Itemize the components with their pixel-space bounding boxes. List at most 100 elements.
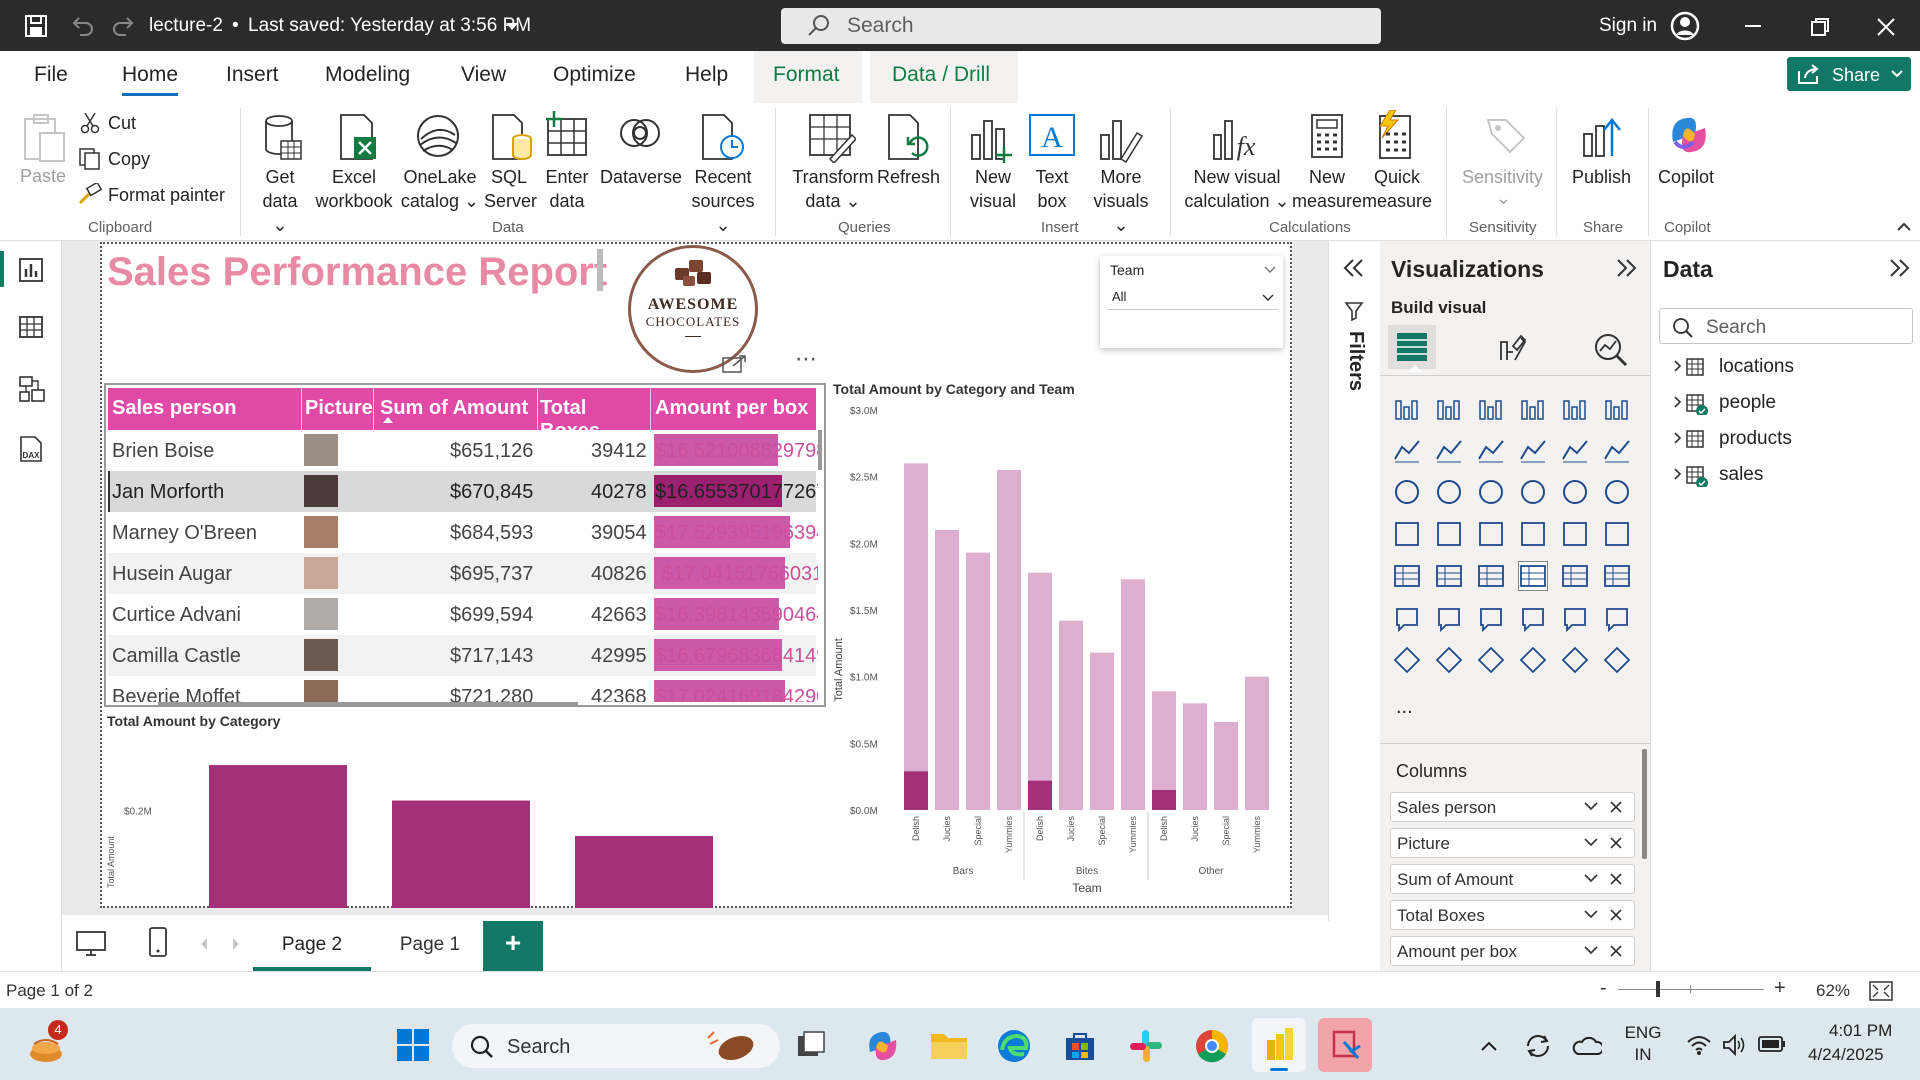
zoom-slider-thumb[interactable]: [1656, 981, 1660, 997]
slack-icon[interactable]: [1128, 1028, 1164, 1064]
windows-start-icon[interactable]: [396, 1028, 430, 1062]
more-visuals-icon[interactable]: [1097, 113, 1145, 163]
menu-view[interactable]: View: [461, 63, 506, 87]
stacked-bar-icon[interactable]: [1392, 393, 1422, 423]
chevron-down-icon[interactable]: [1264, 266, 1276, 274]
filters-label[interactable]: Filters: [1343, 331, 1367, 411]
100-bar-icon[interactable]: [1560, 393, 1590, 423]
sql-server-button[interactable]: SQL Server: [484, 165, 537, 213]
quick-measure-button[interactable]: Quick measure: [1362, 165, 1432, 213]
diamond-icon[interactable]: [1560, 645, 1590, 675]
wifi-icon[interactable]: [1686, 1034, 1712, 1056]
collapse-left-icon[interactable]: [1343, 258, 1365, 278]
enter-data-icon[interactable]: [546, 111, 590, 157]
field-well-item[interactable]: Total Boxes: [1390, 900, 1635, 930]
cut-label[interactable]: Cut: [108, 111, 136, 135]
tab-page-1[interactable]: Page 1: [372, 919, 488, 969]
table-row[interactable]: Camilla Castle $717,143 42995 $16.679683…: [108, 635, 818, 676]
clock-time[interactable]: 4:01 PM: [1829, 1021, 1892, 1041]
copilot-taskbar-icon[interactable]: [864, 1028, 900, 1062]
more-visuals-ellipsis[interactable]: ...: [1396, 696, 1413, 719]
sync-icon[interactable]: [1524, 1032, 1552, 1060]
enter-data-button[interactable]: Enter data: [542, 165, 592, 213]
table-row[interactable]: Husein Augar $695,737 40826 $17.04151766…: [108, 553, 818, 594]
multi-card-icon[interactable]: [1392, 561, 1422, 591]
column-header[interactable]: Picture: [301, 388, 373, 430]
slicer-dropdown[interactable]: All: [1108, 284, 1278, 310]
chevron-down-close-icon[interactable]: [1583, 836, 1629, 850]
format-visual-icon[interactable]: [1495, 332, 1527, 364]
menu-home[interactable]: Home: [122, 63, 179, 96]
zoom-out-button[interactable]: -: [1600, 977, 1607, 1000]
tab-page-2[interactable]: Page 2: [253, 919, 371, 971]
file-explorer-icon[interactable]: [930, 1030, 968, 1060]
kpi-icon[interactable]: [1434, 561, 1464, 591]
new-measure-button[interactable]: New measure: [1292, 165, 1362, 213]
paste-icon[interactable]: [22, 113, 66, 163]
database-icon[interactable]: [263, 113, 303, 163]
sql-server-icon[interactable]: [490, 113, 534, 163]
undo-icon[interactable]: [70, 14, 94, 38]
narrative-icon[interactable]: [1560, 603, 1590, 633]
menu-optimize[interactable]: Optimize: [553, 63, 636, 87]
data-search-input[interactable]: Search: [1659, 308, 1913, 344]
line-clustered-icon[interactable]: [1602, 435, 1632, 465]
mobile-layout-icon[interactable]: [148, 927, 168, 957]
total-amount-by-category-and-team-chart[interactable]: $0.0M $0.5M $1.0M $1.5M $2.0M $2.5M $3.0M Delis…: [830, 398, 1290, 906]
scatter-icon[interactable]: [1518, 477, 1548, 507]
calculator-icon[interactable]: [1310, 113, 1346, 159]
table-h-scrollbar[interactable]: [158, 702, 578, 706]
waterfall-icon[interactable]: [1434, 477, 1464, 507]
card-icon[interactable]: [1602, 519, 1632, 549]
power-apps-icon[interactable]: [1434, 645, 1464, 675]
table-scrollbar[interactable]: [818, 430, 822, 470]
close-icon[interactable]: [1877, 18, 1895, 36]
recent-sources-button[interactable]: Recent sources ⌄: [690, 165, 756, 237]
volume-icon[interactable]: [1722, 1034, 1746, 1056]
menu-modeling[interactable]: Modeling: [325, 63, 410, 87]
filters-pane[interactable]: Filters: [1328, 241, 1380, 921]
table-row[interactable]: Beverie Moffet $721,280 42368 $17.024169…: [108, 676, 818, 702]
onelake-catalog-button[interactable]: OneLake catalog ⌄: [400, 165, 480, 213]
table-view-icon[interactable]: [18, 315, 44, 339]
sort-ascending-icon[interactable]: [382, 416, 394, 424]
fit-to-page-icon[interactable]: [1869, 981, 1893, 1001]
chevron-down-close-icon[interactable]: [1583, 944, 1629, 958]
key-influencers-icon[interactable]: [1434, 603, 1464, 633]
100-area-icon[interactable]: [1518, 435, 1548, 465]
redo-icon[interactable]: [112, 14, 136, 38]
stacked-column-icon[interactable]: [1434, 393, 1464, 423]
ribbon-icon[interactable]: [1392, 477, 1422, 507]
transform-data-icon[interactable]: [808, 113, 856, 163]
report-view-icon[interactable]: [18, 257, 44, 283]
quick-measure-icon[interactable]: [1374, 110, 1414, 160]
chevron-down-icon[interactable]: [505, 22, 519, 32]
text-box-button[interactable]: Text box: [1028, 165, 1076, 213]
edge-icon[interactable]: [996, 1028, 1032, 1064]
recent-sources-icon[interactable]: [700, 113, 746, 163]
taskbar-search[interactable]: Search: [452, 1024, 780, 1068]
model-view-icon[interactable]: [18, 375, 46, 403]
column-header[interactable]: Amount per box: [650, 388, 816, 430]
clustered-column-icon[interactable]: [1518, 393, 1548, 423]
publish-icon[interactable]: [1580, 112, 1624, 158]
share-button[interactable]: Share: [1787, 57, 1911, 91]
total-amount-by-category-chart[interactable]: $0.0M$0.2MBarsBitesOtherCategoryTotal Am…: [104, 730, 824, 908]
pie-icon[interactable]: [1560, 477, 1590, 507]
expand-right-icon[interactable]: [1616, 258, 1638, 278]
data-table-item[interactable]: people: [1651, 389, 1911, 419]
power-automate-icon[interactable]: [1476, 645, 1506, 675]
text-box-icon[interactable]: A: [1028, 113, 1076, 157]
menu-file[interactable]: File: [34, 63, 68, 87]
chevron-down-close-icon[interactable]: [1583, 872, 1629, 886]
refresh-button[interactable]: Refresh: [877, 165, 940, 189]
azure-map-2-icon[interactable]: [1518, 645, 1548, 675]
matrix-icon[interactable]: [1560, 561, 1590, 591]
transform-data-button[interactable]: Transform data ⌄: [788, 165, 878, 213]
table-icon[interactable]: [1518, 561, 1548, 591]
chevron-down-close-icon[interactable]: [1583, 908, 1629, 922]
show-hidden-icons-icon[interactable]: [1480, 1040, 1498, 1052]
decomposition-icon[interactable]: [1476, 603, 1506, 633]
chevron-icon[interactable]: [1602, 645, 1632, 675]
format-painter-label[interactable]: Format painter: [108, 183, 225, 207]
